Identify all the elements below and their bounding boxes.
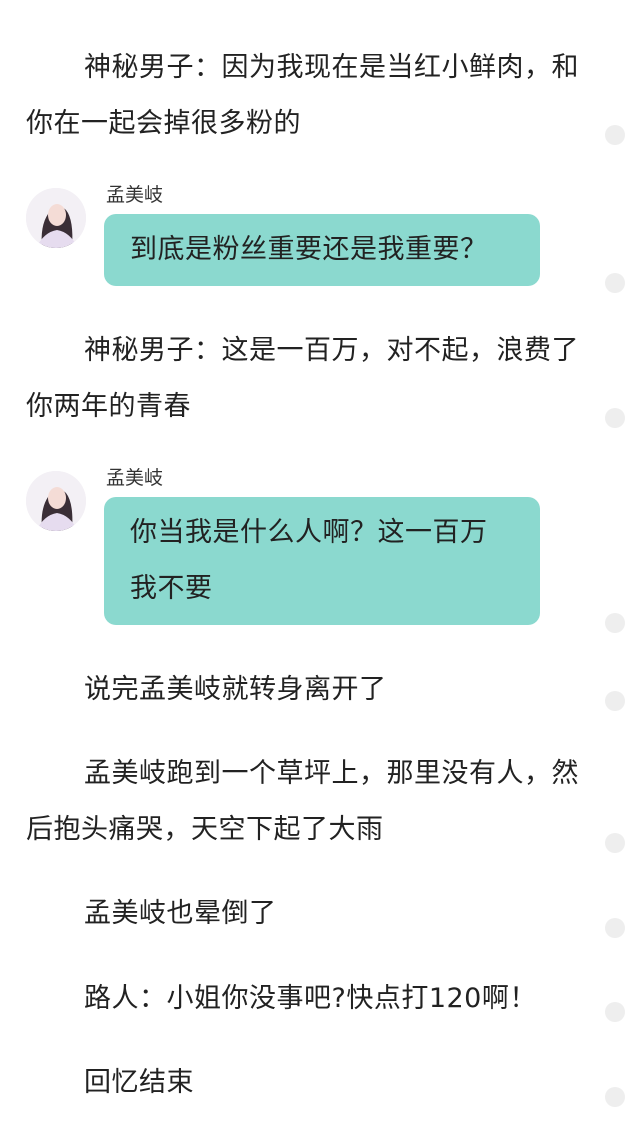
comment-dot-icon[interactable] [605,613,625,633]
narration-paragraph: 神秘男子：因为我现在是当红小鲜肉，和你在一起会掉很多粉的 [26,52,579,139]
chat-bubble: 到底是粉丝重要还是我重要？ [104,214,540,286]
narration-paragraph: 路人：小姐你没事吧?快点打120啊！ [84,983,537,1014]
comment-dot-icon[interactable] [605,1002,625,1022]
speaker-name: 孟美岐 [106,467,164,489]
chat-message: 孟美岐 你当我是什么人啊？这一百万我不要 [26,467,586,631]
comment-dot-icon[interactable] [605,918,625,938]
avatar-image-icon [26,471,86,531]
comment-dot-icon[interactable] [605,273,625,293]
avatar[interactable] [26,471,86,531]
comment-dot-icon[interactable] [605,408,625,428]
chat-message: 孟美岐 到底是粉丝重要还是我重要？ [26,184,586,288]
comment-dot-icon[interactable] [605,125,625,145]
speaker-name: 孟美岐 [106,184,164,206]
narration-paragraph: 孟美岐也晕倒了 [84,898,277,929]
avatar-image-icon [26,188,86,248]
comment-dot-icon[interactable] [605,833,625,853]
comment-dot-icon[interactable] [605,1087,625,1107]
narration-paragraph: 孟美岐跑到一个草坪上，那里没有人，然后抱头痛哭，天空下起了大雨 [26,758,579,845]
narration-paragraph: 说完孟美岐就转身离开了 [84,674,387,705]
chat-bubble: 你当我是什么人啊？这一百万我不要 [104,497,540,625]
narration-paragraph: 回忆结束 [84,1067,194,1098]
avatar[interactable] [26,188,86,248]
comment-dot-icon[interactable] [605,691,625,711]
narration-paragraph: 神秘男子：这是一百万，对不起，浪费了你两年的青春 [26,335,579,422]
